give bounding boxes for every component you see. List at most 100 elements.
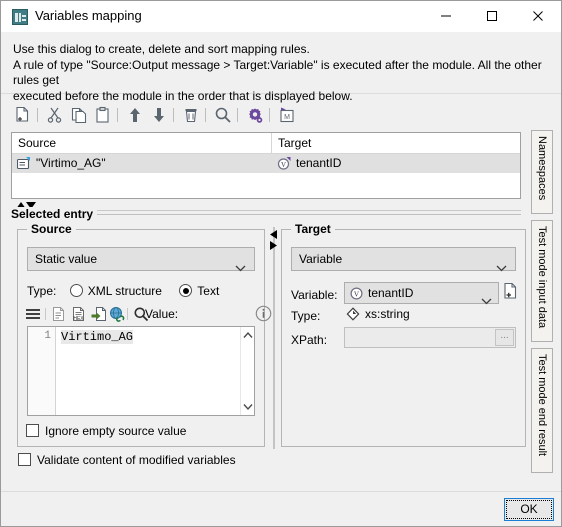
target-xpath-label: XPath: [291,333,328,347]
editor-line-number: 1 [44,330,51,342]
tab-test-mode-end-result[interactable]: Test mode end result [531,348,553,473]
paste-button[interactable] [91,103,115,127]
svg-text:M: M [284,114,290,121]
target-xpath-input[interactable]: ... [344,327,516,348]
radio-text[interactable]: Text [179,284,219,298]
toolbar-separator [269,108,270,122]
insert-content-button[interactable] [89,304,109,324]
editor-gutter: 1 [28,327,56,415]
import-document-icon [91,307,106,321]
validate-content-checkbox[interactable]: Validate content of modified variables [18,453,236,467]
svg-text:V: V [281,161,286,169]
web-link-button[interactable] [107,304,127,324]
target-type-label: Type: [291,309,321,323]
hex-view-button[interactable]: HEX [69,304,89,324]
radio-xml-structure[interactable]: XML structure [69,284,162,298]
source-type-row: Type: XML structure Text [27,284,233,298]
toolbar-separator [237,108,238,122]
delete-button[interactable] [179,103,203,127]
ok-button-label: OK [520,502,538,516]
copy-button[interactable] [67,103,91,127]
value-label: Value: [145,307,179,321]
source-mode-select[interactable]: Static value [27,247,255,272]
radio-button-selected-icon [179,284,193,297]
radio-text-label: Text [197,284,220,298]
new-variable-button[interactable] [503,282,521,302]
title-bar: Variables mapping [1,1,561,32]
variables-mapping-icon [12,9,28,25]
description-line-2: A rule of type "Source:Output message > … [13,57,542,88]
window-title: Variables mapping [35,8,142,23]
tab-namespaces-label: Namespaces [536,136,548,201]
column-header-source[interactable]: Source [12,133,272,153]
move-down-icon [154,108,164,122]
toolbar-separator [37,108,38,122]
cell-source-text: "Virtimo_AG" [36,156,106,170]
target-mode-select[interactable]: Variable [291,247,516,272]
new-rule-button[interactable] [11,103,35,127]
xpath-browse-button[interactable]: ... [495,329,514,346]
target-group-label: Target [291,222,335,236]
column-header-target[interactable]: Target [272,133,520,153]
paste-icon [96,106,109,123]
ignore-empty-source-value-label: Ignore empty source value [45,424,187,438]
value-toolbar: HEX Value: [23,304,272,324]
target-variable-select[interactable]: V tenantID [344,282,499,305]
search-icon [215,107,231,123]
globe-link-icon [110,307,125,322]
mapping-rules-table[interactable]: Source Target "Virtimo_AG" V tenantID [11,132,521,199]
tab-test-mode-input-data[interactable]: Test mode input data [531,220,553,342]
tab-test-mode-input-data-label: Test mode input data [536,226,548,329]
target-type-value: xs:string [365,307,410,321]
target-variable-label: Variable: [291,288,338,302]
copy-icon [71,107,87,124]
static-value-icon [16,157,31,176]
editor-scrollbar[interactable] [240,327,254,415]
cell-target[interactable]: V tenantID [272,154,520,173]
maximize-icon [487,11,497,21]
cut-button[interactable] [43,103,67,127]
scroll-up-icon [243,331,253,338]
module-button[interactable]: M [275,103,299,127]
maximize-button[interactable] [469,1,515,31]
tab-namespaces[interactable]: Namespaces [531,130,553,214]
checkbox-unchecked-icon [18,453,31,466]
target-variable-value: tenantID [368,286,414,300]
target-type-value-row: xs:string [346,307,410,324]
editor-text: Virtimo_AG [61,330,134,344]
move-up-icon [130,108,140,122]
chevron-down-icon [481,291,492,311]
plain-text-button[interactable] [49,304,69,324]
checkbox-unchecked-icon [26,424,39,437]
vertical-splitter[interactable] [269,227,279,449]
source-type-label: Type: [27,284,57,298]
close-button[interactable] [515,1,561,31]
module-icon: M [280,107,294,123]
dialog-description: Use this dialog to create, delete and so… [1,32,561,103]
xs-type-icon [346,307,360,324]
move-up-button[interactable] [123,103,147,127]
format-lines-button[interactable] [23,304,43,324]
table-row[interactable]: "Virtimo_AG" V tenantID [12,154,520,173]
cell-target-text: tenantID [296,156,342,170]
settings-icon [249,108,263,123]
selected-entry-group-label: Selected entry [9,207,98,221]
ok-button[interactable]: OK [504,498,554,521]
minimize-button[interactable] [423,1,469,31]
editor-content[interactable]: Virtimo_AG [57,327,239,415]
toolbar-separator [173,108,174,122]
variables-mapping-dialog: Variables mapping Use this dialog to cre… [0,0,562,527]
search-button[interactable] [211,103,235,127]
settings-button[interactable] [243,103,267,127]
toolbar-separator [205,108,206,122]
selected-entry-divider [97,214,521,215]
new-rule-icon [16,106,29,122]
toolbar-separator [117,108,118,122]
cell-source[interactable]: "Virtimo_AG" [12,154,272,173]
splitter-expand-arrows-icon [270,230,277,250]
value-editor[interactable]: 1 Virtimo_AG [27,326,255,416]
move-down-button[interactable] [147,103,171,127]
ignore-empty-source-value-checkbox[interactable]: Ignore empty source value [26,424,186,438]
tab-test-mode-end-result-label: Test mode end result [536,354,548,457]
variable-icon: V [277,157,291,176]
